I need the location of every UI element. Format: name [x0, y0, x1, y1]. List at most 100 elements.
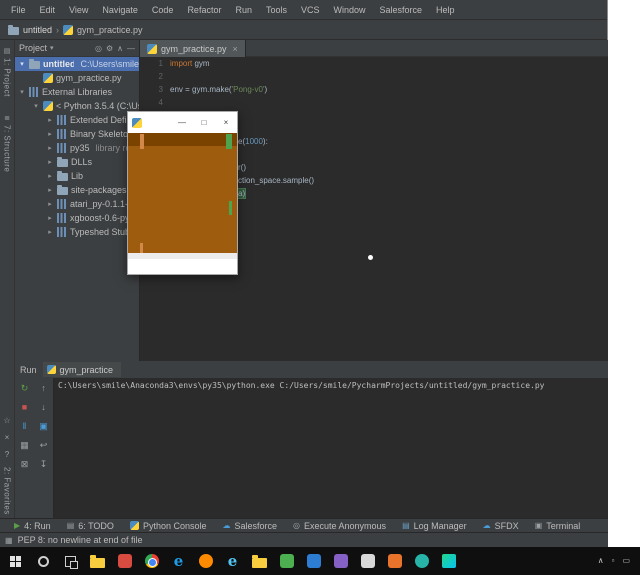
hide-icon[interactable]: — — [127, 40, 135, 57]
taskbar-firefox-icon[interactable] — [192, 547, 219, 575]
menu-item-code[interactable]: Code — [145, 0, 181, 20]
show-console-icon[interactable]: ▣ — [36, 418, 52, 434]
taskbar-ie-icon[interactable]: e — [219, 547, 246, 575]
menu-item-help[interactable]: Help — [429, 0, 462, 20]
chevron-right-icon[interactable]: ▸ — [46, 214, 54, 222]
chevron-right-icon[interactable]: ▸ — [46, 172, 54, 180]
taskbar-folder-docs-icon[interactable] — [246, 547, 273, 575]
inspections-icon[interactable]: ▦ — [5, 536, 13, 545]
taskbar-app-teal-icon[interactable] — [408, 547, 435, 575]
up-stacktrace-icon[interactable]: ↑ — [36, 380, 52, 396]
stripe-tab-structure[interactable]: ≣ 7: Structure — [3, 115, 12, 172]
tray-icon-1[interactable]: ▫ — [612, 556, 615, 566]
tool-tab-log-manager[interactable]: ▤Log Manager — [402, 521, 467, 531]
taskbar-file-explorer-icon[interactable] — [84, 547, 111, 575]
pong-title-bar[interactable]: — □ × — [128, 112, 237, 133]
taskbar-app-green-icon[interactable] — [273, 547, 300, 575]
chevron-right-icon[interactable]: ▸ — [46, 228, 54, 236]
tool-tab-6-todo[interactable]: ▤6: TODO — [67, 521, 114, 531]
code-line[interactable]: 4 — [140, 96, 608, 109]
taskbar-app-gray-icon[interactable] — [354, 547, 381, 575]
tool-tab-4-run[interactable]: ▶4: Run — [14, 521, 51, 531]
tree-item-external-libraries[interactable]: ▾External Libraries — [15, 85, 139, 99]
minimize-button[interactable]: — — [171, 112, 193, 133]
tree-item-dlls[interactable]: ▸DLLs — [15, 155, 139, 169]
taskbar-app-red-icon[interactable] — [111, 547, 138, 575]
tree-item-site-packages[interactable]: ▸site-packages — [15, 183, 139, 197]
tool-tab-python-console[interactable]: Python Console — [130, 521, 207, 531]
taskbar-chrome-icon[interactable] — [138, 547, 165, 575]
tree-item-python-3-5-4-c-us[interactable]: ▾< Python 3.5.4 (C:\Us — [15, 99, 139, 113]
taskbar-pycharm-icon[interactable] — [435, 547, 462, 575]
rerun-icon[interactable]: ↻ — [17, 380, 33, 396]
chevron-down-icon[interactable]: ▾ — [18, 88, 26, 96]
taskbar-app-purple-icon[interactable] — [327, 547, 354, 575]
collapse-icon[interactable]: ∧ — [117, 40, 123, 57]
tree-item-typeshed-stubs[interactable]: ▸Typeshed Stubs — [15, 225, 139, 239]
close-icon[interactable]: × — [5, 432, 10, 444]
breadcrumb-file[interactable]: gym_practice.py — [77, 25, 143, 35]
chevron-down-icon[interactable]: ▾ — [50, 44, 54, 52]
tree-item-gym-practice-py[interactable]: gym_practice.py — [15, 71, 139, 85]
pause-output-icon[interactable]: ‖ — [17, 418, 33, 434]
help-icon[interactable]: ? — [5, 449, 9, 461]
tool-tab-terminal[interactable]: ▣Terminal — [535, 521, 581, 531]
chevron-right-icon[interactable]: ▸ — [46, 186, 54, 194]
locate-icon[interactable]: ◎ — [95, 40, 102, 57]
menu-item-edit[interactable]: Edit — [33, 0, 63, 20]
tree-item-untitled[interactable]: ▾untitledC:\Users\smile — [15, 57, 139, 71]
tool-tab-sfdx[interactable]: ☁SFDX — [483, 521, 519, 531]
tool-tab-execute-anonymous[interactable]: ◎Execute Anonymous — [293, 521, 386, 531]
tree-item-binary-skeleton[interactable]: ▸Binary Skeleton — [15, 127, 139, 141]
pong-game-window[interactable]: — □ × — [127, 111, 238, 275]
taskbar-edge-icon[interactable]: e — [165, 547, 192, 575]
close-button[interactable]: × — [215, 112, 237, 133]
menu-item-salesforce[interactable]: Salesforce — [373, 0, 430, 20]
chevron-right-icon[interactable]: ▸ — [46, 200, 54, 208]
chevron-down-icon[interactable]: ▾ — [32, 102, 40, 110]
tree-item-extended-defin[interactable]: ▸Extended Defin — [15, 113, 139, 127]
chevron-right-icon[interactable]: ▸ — [46, 130, 54, 138]
code-line[interactable]: 2 — [140, 70, 608, 83]
chevron-right-icon[interactable]: ▸ — [46, 116, 54, 124]
code-line[interactable]: 3env = gym.make('Pong-v0') — [140, 83, 608, 96]
stripe-tab-favorites[interactable]: 2: Favorites — [3, 467, 12, 515]
soft-wrap-icon[interactable]: ↩ — [36, 437, 52, 453]
run-tab-gym-practice[interactable]: gym_practice — [43, 362, 122, 377]
menu-item-run[interactable]: Run — [228, 0, 259, 20]
menu-item-view[interactable]: View — [62, 0, 95, 20]
chevron-down-icon[interactable]: ▾ — [18, 60, 26, 68]
down-stacktrace-icon[interactable]: ↓ — [36, 399, 52, 415]
menu-item-vcs[interactable]: VCS — [294, 0, 327, 20]
clear-all-icon[interactable]: ⊠ — [17, 456, 33, 472]
taskbar-cortana-icon[interactable] — [30, 547, 57, 575]
taskbar-app-orange-icon[interactable] — [381, 547, 408, 575]
menu-item-refactor[interactable]: Refactor — [180, 0, 228, 20]
tree-item-xgboost-0-6-py3[interactable]: ▸xgboost-0.6-py3 — [15, 211, 139, 225]
tree-item-lib[interactable]: ▸Lib — [15, 169, 139, 183]
menu-item-navigate[interactable]: Navigate — [95, 0, 145, 20]
tool-tab-salesforce[interactable]: ☁Salesforce — [222, 521, 277, 531]
menu-item-file[interactable]: File — [4, 0, 33, 20]
menu-item-tools[interactable]: Tools — [259, 0, 294, 20]
stop-icon[interactable]: ■ — [17, 399, 33, 415]
stripe-tab-project[interactable]: ▤ 1: Project — [3, 48, 12, 97]
taskbar-app-blue-icon[interactable] — [300, 547, 327, 575]
tree-item-py35[interactable]: ▸py35library roo — [15, 141, 139, 155]
maximize-button[interactable]: □ — [193, 112, 215, 133]
tray-expand-icon[interactable]: ∧ — [598, 556, 604, 566]
chevron-right-icon[interactable]: ▸ — [46, 158, 54, 166]
run-console[interactable]: C:\Users\smile\Anaconda3\envs\py35\pytho… — [53, 378, 608, 518]
project-panel-title[interactable]: Project — [19, 43, 47, 53]
chevron-right-icon[interactable]: ▸ — [46, 144, 54, 152]
scroll-to-end-icon[interactable]: ↧ — [36, 456, 52, 472]
editor-tab-gym-practice[interactable]: gym_practice.py × — [140, 40, 246, 57]
menu-item-window[interactable]: Window — [327, 0, 373, 20]
star-icon[interactable]: ☆ — [3, 415, 10, 427]
restore-layout-icon[interactable]: ▦ — [17, 437, 33, 453]
taskbar-task-view-icon[interactable] — [57, 547, 84, 575]
tree-item-atari-py-0-1-1-p[interactable]: ▸atari_py-0.1.1-p — [15, 197, 139, 211]
start-button[interactable] — [0, 547, 30, 575]
code-line[interactable]: 1import gym — [140, 57, 608, 70]
breadcrumb-project[interactable]: untitled — [23, 25, 52, 35]
